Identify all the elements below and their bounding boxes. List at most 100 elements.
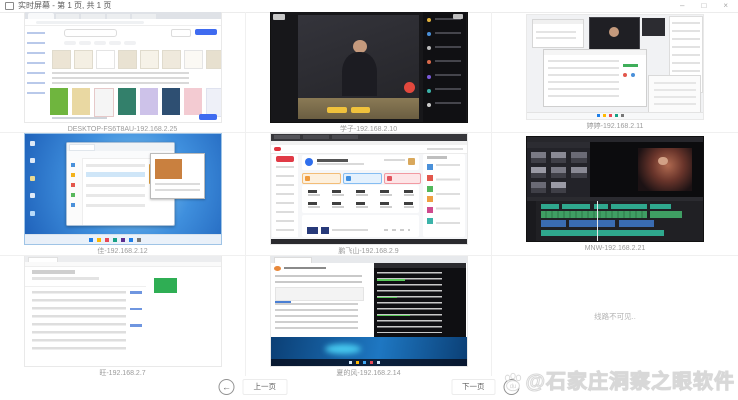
site-logo: [274, 147, 281, 151]
preview-panel: [590, 142, 703, 197]
template-card-row: [52, 50, 222, 69]
clip-teal: [541, 230, 664, 236]
right-panel: [423, 154, 464, 238]
item-icon: [427, 186, 433, 192]
screen-caption: 夏的风-192.168.2.14: [336, 370, 400, 376]
main-window: [543, 49, 647, 107]
screen-caption: 学子-192.168.2.10: [340, 126, 397, 133]
watermark-text: @石家庄洞察之眼软件: [525, 372, 735, 392]
item-icon: [427, 175, 433, 181]
bottom-right-window: [648, 75, 701, 112]
media-thumb: [531, 152, 546, 163]
media-thumb: [551, 152, 566, 163]
footer-button: [199, 114, 217, 120]
svg-text:du: du: [510, 384, 517, 390]
screen-cell-8: 夏的风-192.168.2.14: [246, 256, 492, 376]
next-page-button[interactable]: 下一页: [451, 379, 496, 395]
overlay-icon: [453, 14, 463, 19]
yellow-badge: [327, 107, 347, 114]
screen-thumbnail-dashboard[interactable]: [270, 133, 468, 245]
app-window-icon: [5, 2, 14, 10]
page-subheading: [32, 277, 99, 280]
chart-card: [302, 215, 420, 237]
link-text: [130, 291, 142, 294]
nav-icon: [71, 173, 75, 177]
list-rows: [32, 291, 126, 355]
minimize-button[interactable]: –: [680, 2, 684, 10]
preview-image: [638, 148, 692, 191]
screen-cell-5: 鹏飞山-192.168.2.9: [246, 133, 492, 256]
window-titlebar: [533, 20, 582, 24]
maximize-button[interactable]: □: [701, 2, 706, 10]
media-thumb: [571, 152, 586, 163]
prev-page-arrow-icon[interactable]: ←: [219, 379, 235, 395]
table-cell-dark: [307, 227, 319, 234]
media-thumb: [531, 182, 546, 193]
table-rows: [548, 60, 619, 100]
topbar-links: [427, 148, 462, 150]
desktop-icon: [30, 193, 35, 198]
terminal-titlebar: [374, 263, 466, 268]
code-block: [275, 287, 364, 301]
banner-orange: [302, 173, 341, 185]
dialog-window: [150, 153, 205, 199]
link-text: [130, 308, 142, 311]
media-thumb: [531, 167, 546, 178]
profile-meta: [317, 163, 364, 165]
red-dot: [623, 73, 627, 77]
wallpaper-glow: [325, 344, 360, 354]
nav-icon: [71, 163, 75, 167]
screen-cell-6: MNW-192.168.2.21: [492, 133, 738, 256]
speaker-head: [353, 40, 367, 53]
window-titlebar: [544, 50, 646, 55]
desktop-icon: [30, 176, 35, 181]
paw-icon: du: [502, 371, 524, 393]
screen-caption: MNW-192.168.2.21: [585, 245, 646, 252]
filter-chips: [64, 41, 136, 45]
screen-caption: 佳-192.168.2.12: [97, 248, 147, 255]
screen-cell-7: 旺-192.168.2.7: [0, 256, 246, 376]
screen-cell-1: DESKTOP-FS6T8AU-192.168.2.25: [0, 12, 246, 133]
overlay-icon: [273, 14, 285, 20]
right-meta: [384, 159, 405, 161]
screen-thumbnail-webpage[interactable]: [24, 256, 222, 367]
pagination-dots: [384, 229, 410, 231]
terminal-green-line: [377, 279, 405, 280]
search-input: [64, 29, 117, 37]
screen-thumbnail-video-editor[interactable]: [526, 136, 704, 242]
screen-thumbnail-desktop[interactable]: [24, 12, 222, 123]
track-header: [527, 201, 536, 241]
screen-cell-2: 学子-192.168.2.10: [246, 12, 492, 133]
item-text-lines: [436, 164, 461, 227]
media-thumb: [551, 167, 566, 178]
screen-thumbnail-livestream[interactable]: [270, 12, 468, 123]
pagination-bar: ← 上一页 下一页 →: [219, 379, 520, 395]
clip-teal: [611, 204, 646, 209]
page-heading: [32, 270, 75, 273]
document-pane: [271, 263, 376, 338]
screen-thumbnail-terminal[interactable]: [270, 256, 468, 367]
terminal-green-line: [377, 315, 410, 316]
close-button[interactable]: ×: [723, 2, 728, 10]
media-panel-header: [527, 142, 590, 148]
screen-thumbnail-multiwindow[interactable]: [526, 14, 704, 120]
table-text: [332, 229, 367, 231]
video-window-small: [642, 18, 665, 36]
profile-name: [317, 159, 348, 162]
chat-avatar: [427, 18, 431, 22]
screen-thumbnail-win11[interactable]: [24, 133, 222, 245]
desktop-icon: [30, 158, 35, 163]
doc-title: [284, 267, 326, 269]
clip-teal: [594, 204, 608, 209]
clip-teal: [541, 204, 559, 209]
media-thumb: [551, 182, 566, 193]
screen-cell-3: 婷婷-192.168.2.11: [492, 12, 738, 133]
terminal-green-line: [377, 297, 397, 298]
badge-icon: [408, 158, 415, 165]
clip-teal: [650, 204, 671, 209]
desktop-icon: [30, 211, 35, 216]
watermark: du @石家庄洞察之眼软件: [502, 371, 735, 393]
prev-page-button[interactable]: 上一页: [243, 379, 288, 395]
screen-caption: DESKTOP-FS6T8AU-192.168.2.25: [68, 126, 178, 133]
green-image-block: [154, 278, 178, 293]
